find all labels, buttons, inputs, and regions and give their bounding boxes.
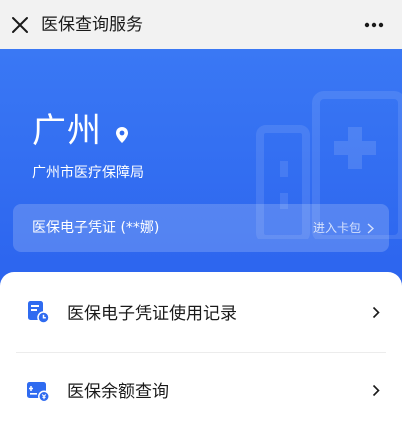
close-button[interactable] xyxy=(9,14,31,36)
enter-wallet-link[interactable]: 进入卡包 xyxy=(313,219,374,237)
page-title: 医保查询服务 xyxy=(41,15,143,35)
more-button[interactable] xyxy=(362,14,386,36)
e-voucher-label: 医保电子凭证 (**娜) xyxy=(32,220,160,236)
location-pin-icon xyxy=(116,127,128,143)
chevron-right-icon xyxy=(372,306,380,319)
list-item-label: 医保电子凭证使用记录 xyxy=(67,304,237,324)
balance-icon xyxy=(27,382,50,403)
chevron-right-icon xyxy=(367,222,374,234)
enter-wallet-label: 进入卡包 xyxy=(312,221,361,235)
bureau-name: 广州市医疗保障局 xyxy=(32,165,144,181)
close-icon xyxy=(12,17,28,33)
top-nav-bar: 医保查询服务 xyxy=(0,0,402,49)
more-icon xyxy=(364,22,384,28)
city-name: 广州 xyxy=(32,111,102,151)
list-item-balance-query[interactable]: 医保余额查询 xyxy=(0,352,402,430)
service-list-panel: 医保电子凭证使用记录 医保余额查询 xyxy=(0,272,402,437)
list-item-label: 医保余额查询 xyxy=(67,382,169,402)
record-icon xyxy=(28,301,50,324)
chevron-right-icon xyxy=(372,384,380,397)
list-item-usage-record[interactable]: 医保电子凭证使用记录 xyxy=(0,274,402,352)
e-voucher-card[interactable]: 医保电子凭证 (**娜) 进入卡包 xyxy=(13,204,389,252)
